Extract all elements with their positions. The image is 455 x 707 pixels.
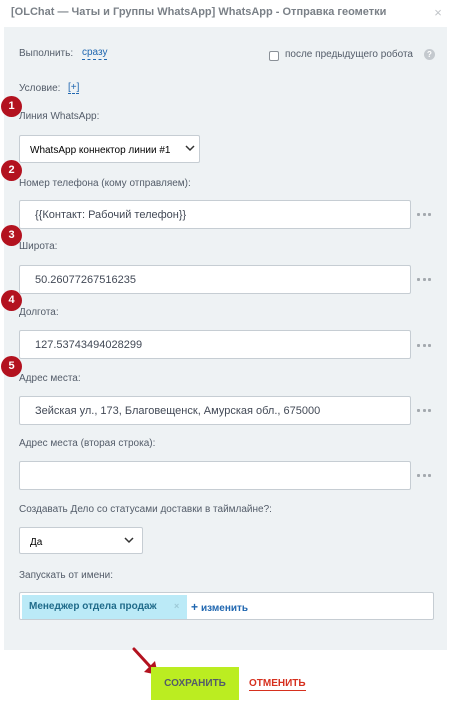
condition-label: Условие:: [19, 83, 61, 94]
dialog-header: [OLChat — Чаты и Группы WhatsApp] WhatsA…: [0, 0, 455, 26]
chevron-down-icon: [185, 145, 195, 152]
latitude-input-value: 50.26077267516235: [35, 274, 136, 286]
after-previous-checkbox[interactable]: [269, 51, 279, 61]
after-previous-label: после предыдущего робота: [285, 49, 413, 60]
settings-panel: Выполнить: сразу после предыдущего робот…: [4, 27, 447, 650]
close-icon[interactable]: ×: [431, 6, 445, 20]
add-condition-link[interactable]: [+]: [68, 82, 80, 94]
phone-label: Номер телефона (кому отправляем):: [19, 178, 191, 189]
change-user-link[interactable]: + изменить: [191, 600, 248, 614]
address-more-icon[interactable]: [417, 408, 431, 412]
address-input[interactable]: Зейская ул., 173, Благовещенск, Амурская…: [19, 396, 411, 425]
chevron-down-icon: [124, 537, 134, 544]
user-tag-name: Менеджер отдела продаж: [29, 601, 157, 612]
line-label: Линия WhatsApp:: [19, 111, 100, 122]
change-user-label: изменить: [201, 603, 249, 614]
phone-input-value: {{Контакт: Рабочий телефон}}: [35, 209, 187, 221]
phone-more-icon[interactable]: [417, 212, 431, 216]
step-marker-1: 1: [1, 96, 22, 117]
address-label: Адрес места:: [19, 373, 81, 384]
execute-timing-link[interactable]: сразу: [82, 47, 108, 60]
line-select-value: WhatsApp коннектор линии #1: [30, 145, 171, 156]
step-marker-3: 3: [1, 225, 22, 246]
address2-input[interactable]: [19, 461, 411, 490]
address2-more-icon[interactable]: [417, 473, 431, 477]
longitude-input-value: 127.53743494028299: [35, 339, 143, 351]
run-as-field: Менеджер отдела продаж × + изменить: [19, 592, 434, 620]
user-tag: Менеджер отдела продаж ×: [22, 595, 187, 619]
run-as-label: Запускать от имени:: [19, 570, 114, 581]
help-icon[interactable]: ?: [424, 49, 435, 60]
address-input-value: Зейская ул., 173, Благовещенск, Амурская…: [35, 405, 321, 417]
plus-icon: +: [191, 600, 199, 614]
step-marker-5: 5: [1, 356, 22, 377]
longitude-label: Долгота:: [19, 307, 59, 318]
execute-label: Выполнить:: [19, 48, 74, 59]
address2-label: Адрес места (вторая строка):: [19, 438, 156, 449]
create-task-select-value: Да: [30, 537, 43, 548]
latitude-label: Широта:: [19, 241, 58, 252]
latitude-more-icon[interactable]: [417, 277, 431, 281]
step-marker-2: 2: [1, 160, 22, 181]
remove-user-icon[interactable]: ×: [174, 601, 179, 611]
phone-input[interactable]: {{Контакт: Рабочий телефон}}: [19, 200, 411, 229]
create-task-label: Создавать Дело со статусами доставки в т…: [19, 504, 272, 515]
step-marker-4: 4: [1, 290, 22, 311]
latitude-input[interactable]: 50.26077267516235: [19, 265, 411, 294]
line-select[interactable]: WhatsApp коннектор линии #1: [19, 135, 200, 163]
longitude-more-icon[interactable]: [417, 343, 431, 347]
cancel-button[interactable]: ОТМЕНИТЬ: [249, 678, 306, 691]
save-button[interactable]: СОХРАНИТЬ: [151, 667, 239, 700]
create-task-select[interactable]: Да: [19, 527, 143, 554]
dialog-title: [OLChat — Чаты и Группы WhatsApp] WhatsA…: [11, 6, 387, 18]
longitude-input[interactable]: 127.53743494028299: [19, 330, 411, 359]
